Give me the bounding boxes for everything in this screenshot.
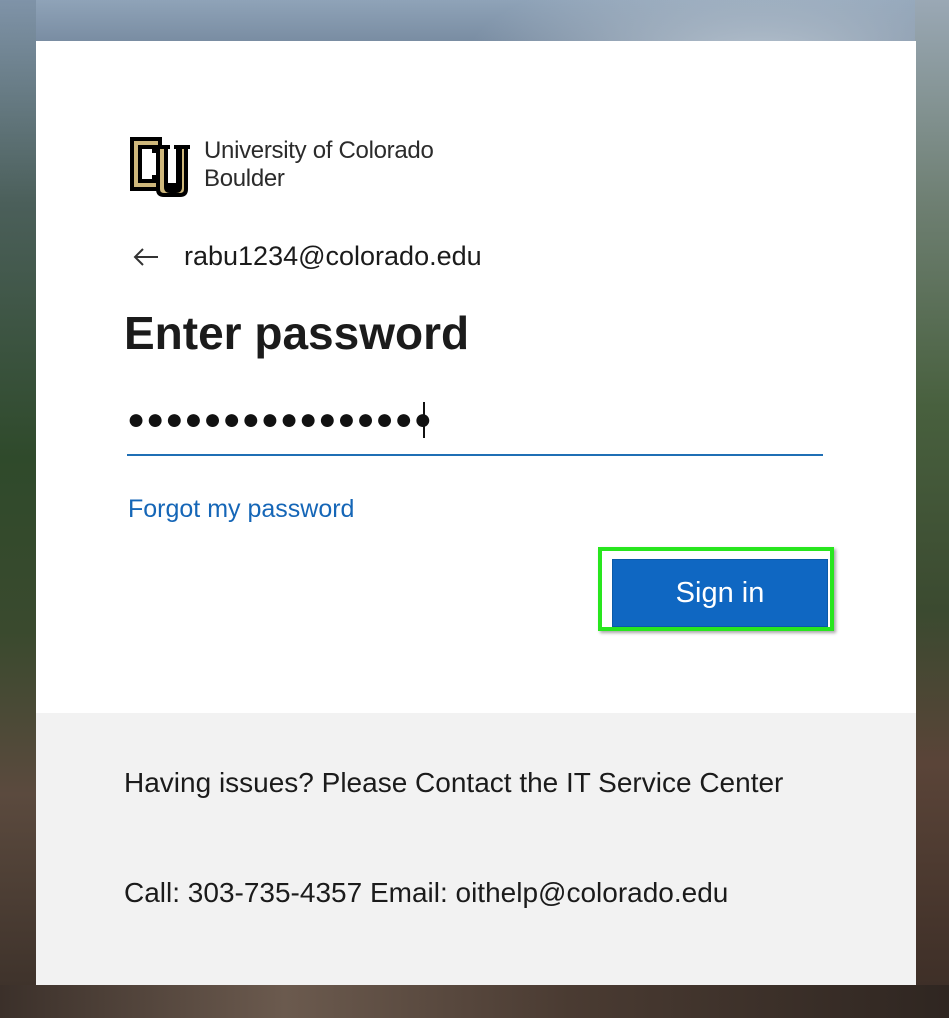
background-bottom — [0, 985, 949, 1018]
identity-banner: rabu1234@colorado.edu — [132, 241, 482, 272]
sign-in-panel: University of Colorado Boulder rabu1234@… — [36, 41, 916, 713]
forgot-password-link[interactable]: Forgot my password — [128, 495, 354, 524]
account-email: rabu1234@colorado.edu — [184, 241, 482, 271]
help-message: Having issues? Please Contact the IT Ser… — [124, 767, 784, 798]
password-masked-value: ●●●●●●●●●●●●●●●● — [127, 403, 433, 436]
help-footer: Having issues? Please Contact the IT Ser… — [36, 713, 916, 985]
university-logo: University of Colorado Boulder — [126, 131, 434, 199]
password-input[interactable]: ●●●●●●●●●●●●●●●● — [127, 396, 823, 456]
university-name-line2: Boulder — [204, 165, 285, 192]
sign-in-card: University of Colorado Boulder rabu1234@… — [36, 41, 916, 985]
cu-boulder-logo-icon — [126, 131, 194, 199]
text-caret — [423, 402, 425, 438]
sign-in-button[interactable]: Sign in — [612, 559, 828, 627]
university-name-line1: University of Colorado — [204, 137, 434, 164]
contact-info: Call: 303-735-4357 Email: oithelp@colora… — [124, 877, 729, 908]
background-right — [915, 0, 949, 1018]
university-name: University of Colorado Boulder — [204, 137, 434, 193]
background-left — [0, 0, 36, 1018]
back-arrow-icon[interactable] — [132, 243, 160, 271]
page-title: Enter password — [124, 307, 470, 359]
